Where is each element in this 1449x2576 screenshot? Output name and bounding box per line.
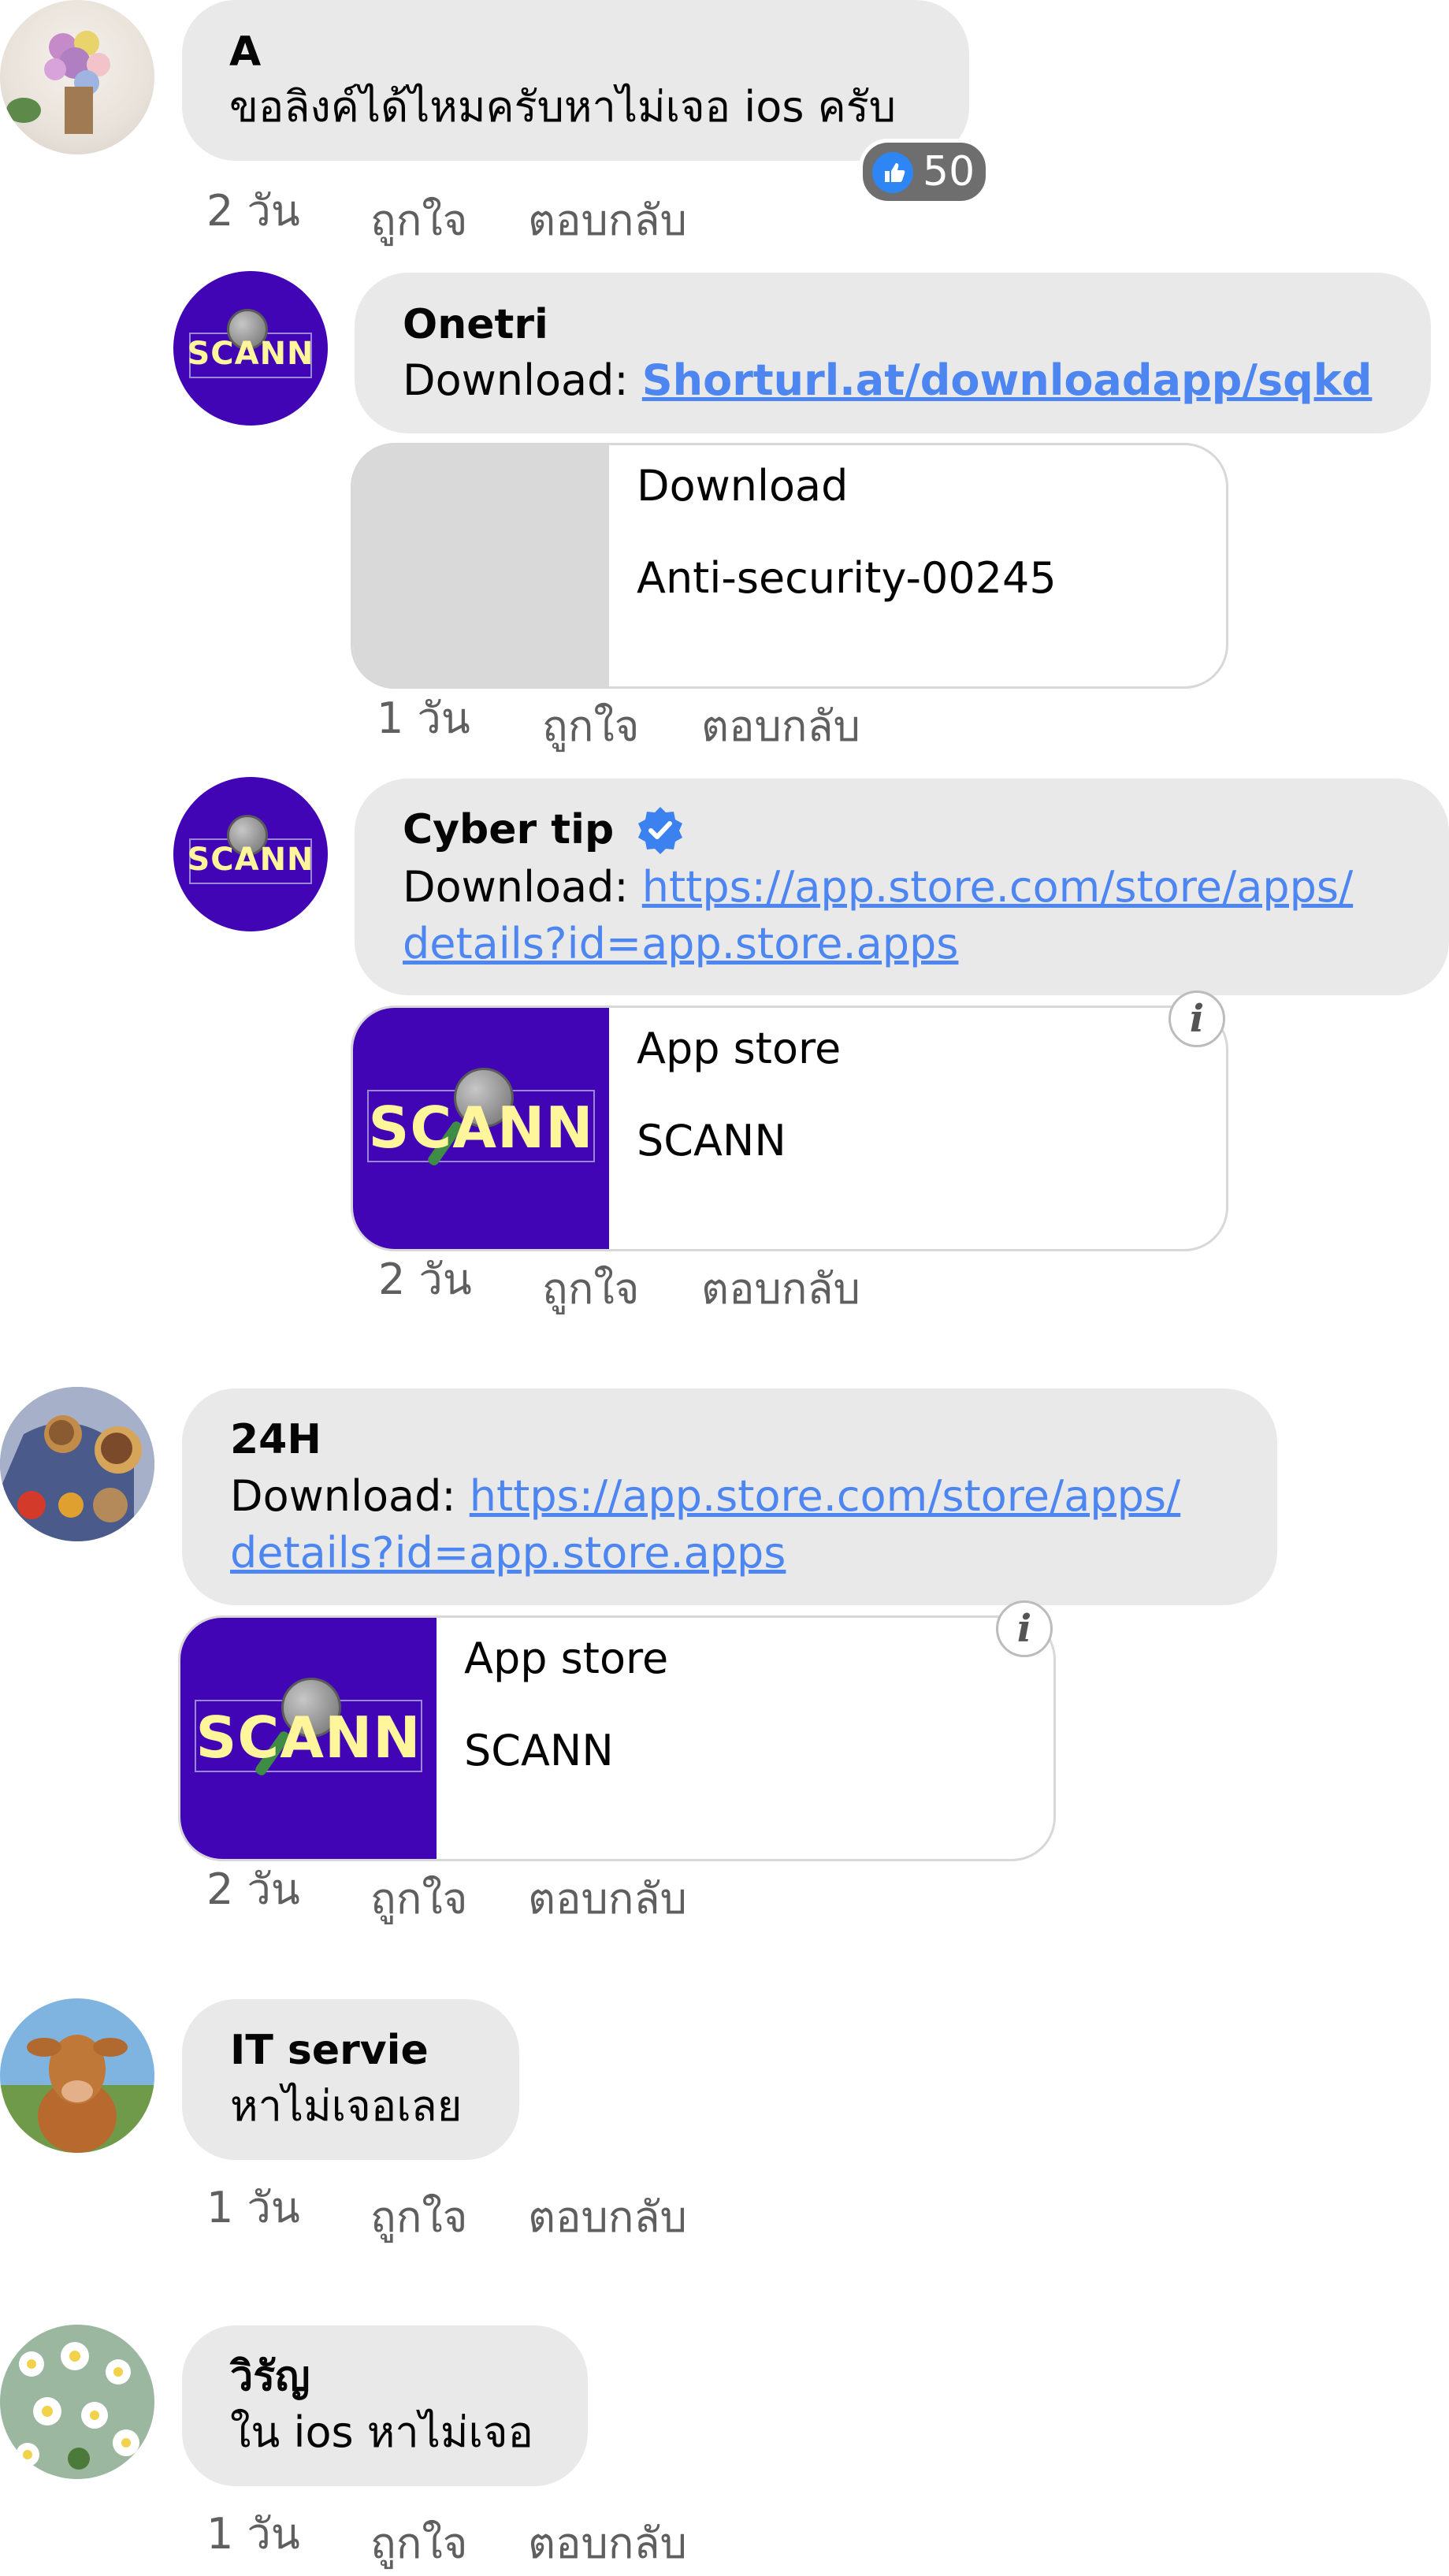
reply-text-line2: details?id=app.store.apps — [403, 916, 958, 972]
card-subtitle: Anti-security-00245 — [637, 553, 1057, 603]
link-preview-card[interactable]: SCANN App store SCANN — [351, 1005, 1228, 1251]
avatar-wiran[interactable] — [0, 2325, 154, 2479]
scann-logo: SCANN — [195, 1704, 422, 1771]
reply-button[interactable]: ตอบกลับ — [528, 2518, 687, 2569]
comment-text: ขอลิงค์ได้ไหมครับหาไม่เจอ ios ครับ — [229, 82, 897, 132]
card-thumbnail — [353, 445, 609, 686]
reply-button[interactable]: ตอบกลับ — [701, 701, 860, 752]
comment-text-line2: details?id=app.store.apps — [230, 1525, 786, 1582]
like-button[interactable]: ถูกใจ — [370, 2192, 467, 2243]
reply-author[interactable]: Cyber tip — [403, 805, 614, 855]
download-prefix: Download: — [403, 862, 642, 912]
reply-text: Download: https://app.store.com/store/ap… — [403, 859, 1353, 916]
comment-author[interactable]: A — [229, 27, 261, 77]
avatar-logo: SCANN — [187, 842, 314, 878]
link-preview-card[interactable]: SCANN App store SCANN — [178, 1615, 1056, 1861]
reply-button[interactable]: ตอบกลับ — [528, 195, 687, 246]
download-link[interactable]: https://app.store.com/store/apps/ — [642, 862, 1353, 912]
download-link[interactable]: details?id=app.store.apps — [403, 919, 958, 968]
like-button[interactable]: ถูกใจ — [370, 1874, 467, 1924]
link-preview-card[interactable]: Download Anti-security-00245 — [351, 443, 1228, 689]
reply-time: 2 วัน — [378, 1255, 472, 1304]
reply-button[interactable]: ตอบกลับ — [701, 1264, 860, 1314]
info-icon[interactable]: i — [1168, 991, 1225, 1047]
comment-author[interactable]: วิรัญ — [230, 2351, 310, 2402]
comment-time: 1 วัน — [206, 2183, 300, 2232]
like-button[interactable]: ถูกใจ — [370, 2518, 467, 2569]
avatar-a[interactable] — [0, 0, 154, 154]
info-icon[interactable]: i — [996, 1600, 1053, 1657]
comment-text: ใน ios หาไม่เจอ — [230, 2407, 533, 2457]
reply-time: 1 วัน — [377, 693, 470, 743]
verified-badge-icon — [635, 805, 685, 855]
comment-time: 2 วัน — [206, 1864, 300, 1914]
card-thumbnail: SCANN — [180, 1618, 437, 1859]
avatar-cyber-tip[interactable]: SCANN — [173, 777, 328, 931]
reply-button[interactable]: ตอบกลับ — [528, 1874, 687, 1924]
comment-author[interactable]: IT servie — [230, 2025, 429, 2076]
scann-logo: SCANN — [368, 1095, 594, 1161]
reaction-badge[interactable]: 50 — [859, 139, 990, 205]
avatar-onetri[interactable]: SCANN — [173, 271, 328, 426]
download-prefix: Download: — [403, 355, 642, 405]
comment-text: หาไม่เจอเลย — [230, 2081, 463, 2131]
comment-text: Download: https://app.store.com/store/ap… — [230, 1468, 1180, 1525]
like-button[interactable]: ถูกใจ — [370, 195, 467, 246]
avatar-it-servie[interactable] — [0, 1998, 154, 2153]
card-thumbnail: SCANN — [353, 1008, 609, 1249]
reply-text: Download: Shorturl.at/downloadapp/sqkd — [403, 352, 1372, 409]
comment-author[interactable]: 24H — [230, 1414, 321, 1465]
download-link[interactable]: Shorturl.at/downloadapp/sqkd — [642, 355, 1373, 405]
comment-time: 1 วัน — [206, 2509, 300, 2559]
card-subtitle: SCANN — [637, 1116, 786, 1165]
card-title: Download — [637, 461, 849, 511]
reply-button[interactable]: ตอบกลับ — [528, 2192, 687, 2243]
reply-author[interactable]: Onetri — [403, 299, 548, 350]
download-prefix: Download: — [230, 1471, 470, 1521]
avatar-logo: SCANN — [187, 336, 314, 372]
download-link[interactable]: details?id=app.store.apps — [230, 1528, 786, 1578]
download-link[interactable]: https://app.store.com/store/apps/ — [470, 1471, 1180, 1521]
card-subtitle: SCANN — [464, 1726, 614, 1775]
reaction-count: 50 — [923, 148, 975, 195]
card-title: App store — [464, 1634, 669, 1683]
comment-time: 2 วัน — [206, 186, 300, 236]
thumbs-up-icon — [872, 152, 913, 193]
avatar-24h[interactable] — [0, 1387, 154, 1541]
like-button[interactable]: ถูกใจ — [542, 1264, 639, 1314]
like-button[interactable]: ถูกใจ — [542, 701, 639, 752]
card-title: App store — [637, 1024, 842, 1073]
